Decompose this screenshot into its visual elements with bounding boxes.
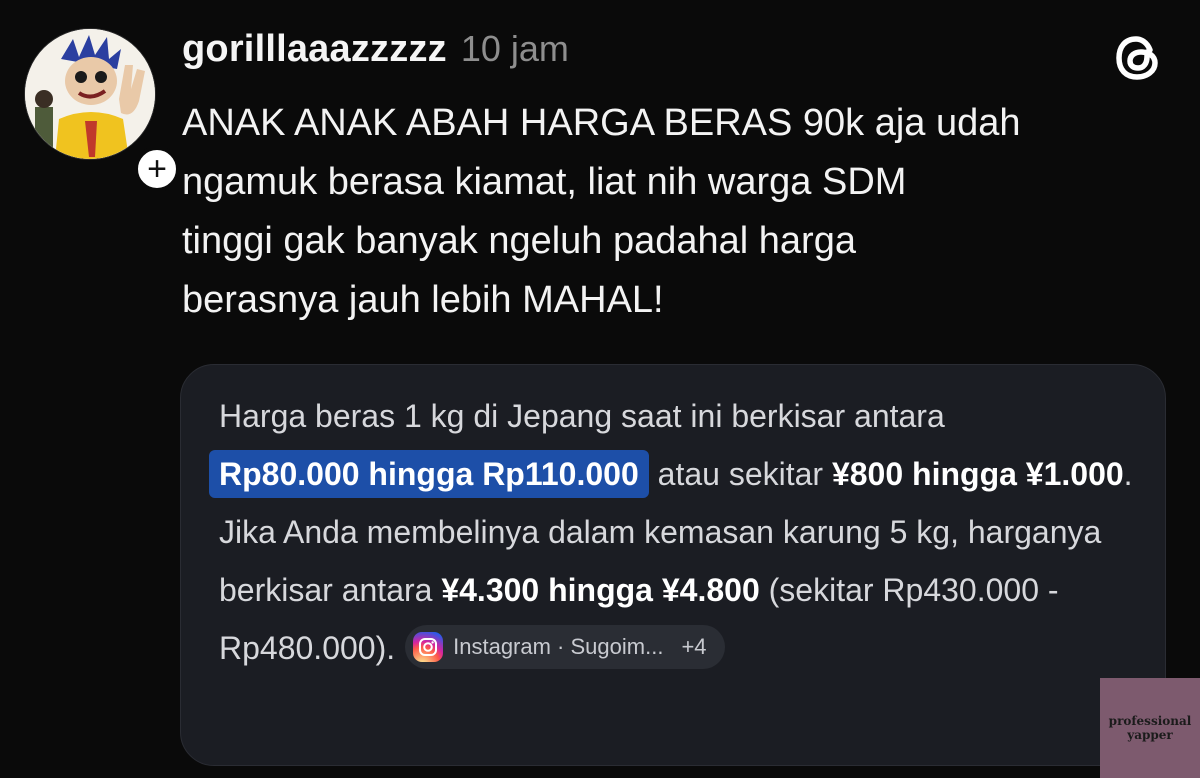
plus-icon: + (147, 150, 167, 188)
answer-segment: atau sekitar (648, 456, 832, 492)
source-more-count: +4 (681, 633, 707, 659)
follow-button[interactable]: + (134, 146, 180, 192)
bold-price-yen: ¥800 hingga ¥1.000 (831, 456, 1124, 492)
post-header: gorilllaaazzzzz 10 jam (182, 28, 569, 71)
ai-answer-text: Harga beras 1 kg di Jepang saat ini berk… (209, 387, 1139, 677)
watermark-line-1: professional (1108, 714, 1192, 728)
highlighted-price-range: Rp80.000 hingga Rp110.000 (209, 450, 649, 498)
source-label: Instagram · Sugoim... (453, 633, 664, 659)
bold-price-sack: ¥4.300 hingga ¥4.800 (441, 572, 760, 608)
username[interactable]: gorilllaaazzzzz (182, 28, 447, 71)
avatar-illustration (25, 29, 155, 159)
threads-icon[interactable] (1110, 30, 1166, 86)
watermark-line-2: yapper (1127, 728, 1173, 742)
ai-answer-card: Harga beras 1 kg di Jepang saat ini berk… (180, 364, 1166, 766)
threads-post-screen: + gorilllaaazzzzz 10 jam ANAK ANAK ABAH … (0, 0, 1200, 778)
watermark-stamp: professional yapper (1100, 678, 1200, 778)
instagram-icon (413, 631, 444, 662)
source-chip[interactable]: Instagram · Sugoim... +4 (405, 624, 725, 669)
answer-segment: Harga beras 1 kg di Jepang saat ini berk… (219, 398, 945, 434)
post-timestamp: 10 jam (460, 28, 569, 69)
post-body-text: ANAK ANAK ABAH HARGA BERAS 90k aja udah … (182, 102, 1021, 321)
avatar[interactable] (24, 28, 156, 160)
avatar-container[interactable]: + (24, 28, 180, 192)
